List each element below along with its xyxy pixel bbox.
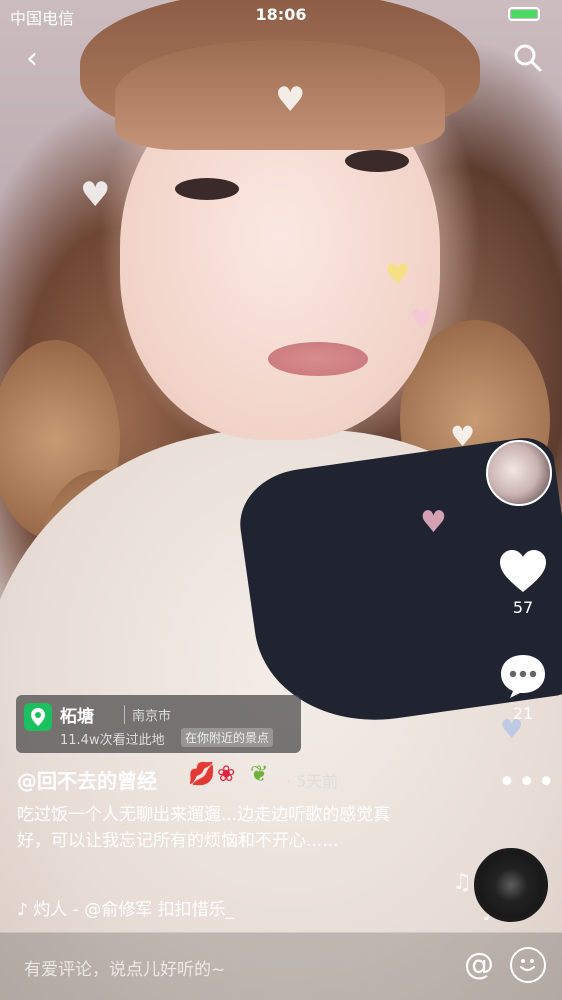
post-caption: 吃过饭一个人无聊出来遛遛...边走边听歌的感觉真好，可以让我忘记所有的烦恼和不开…	[17, 805, 391, 851]
post-time: · 5天前	[286, 772, 339, 791]
at-icon: @	[464, 947, 494, 982]
like-count: 57	[512, 598, 534, 617]
author-name[interactable]: @回不去的曾经	[17, 765, 157, 794]
music-disc[interactable]	[474, 848, 548, 922]
lips-shape	[268, 342, 368, 376]
comment-input[interactable]: 有爱评论，说点儿好听的~	[24, 955, 225, 980]
clock: 18:06	[255, 5, 307, 24]
comment-count: 21	[512, 704, 534, 723]
author-avatar[interactable]	[486, 440, 552, 506]
music-note-icon: ♪	[17, 900, 28, 920]
back-icon: ‹	[26, 40, 38, 76]
status-bar: 中国电信 18:06	[0, 0, 562, 30]
more-button[interactable]: •••	[498, 765, 555, 800]
eye-shape	[345, 150, 409, 172]
eye-shape	[175, 178, 239, 200]
location-visits: 11.4w次看过此地	[60, 733, 165, 748]
lips-emoji-icon: 💋	[188, 762, 216, 787]
more-icon: •••	[498, 765, 558, 800]
heart-sticker-icon: ♥	[420, 505, 447, 540]
heart-sticker-icon: ♥	[80, 175, 111, 215]
music-title: 灼人 - @俞修军 扣扣惜乐_	[33, 900, 235, 920]
heart-sticker-icon: ♥	[450, 420, 476, 453]
search-icon	[514, 44, 542, 72]
location-pin-icon	[24, 703, 52, 731]
location-city: 南京市	[124, 705, 171, 724]
music-info[interactable]: ♪ 灼人 - @俞修军 扣扣惜乐_	[17, 895, 234, 920]
music-note-icon: ♫	[452, 870, 472, 895]
heart-icon	[500, 550, 546, 592]
comment-bar: 有爱评论，说点儿好听的~ @	[0, 932, 562, 1000]
emoji-button[interactable]	[510, 947, 546, 983]
like-button[interactable]: 57	[498, 548, 548, 617]
leaf-emoji-icon: ❦	[250, 762, 269, 787]
search-button[interactable]	[510, 40, 546, 76]
heart-sticker-icon: ♥	[275, 80, 306, 120]
location-name: 柘塘	[60, 707, 94, 727]
battery-icon	[508, 7, 540, 21]
heart-sticker-icon: ♥	[385, 258, 411, 291]
location-card[interactable]: 柘塘 南京市 11.4w次看过此地 在你附近的景点	[16, 695, 301, 753]
flower-emoji-icon: ❀	[217, 762, 236, 787]
location-tag: 在你附近的景点	[181, 728, 274, 747]
heart-sticker-icon: ♥	[410, 305, 434, 335]
comment-button[interactable]: 21	[498, 652, 548, 723]
back-button[interactable]: ‹	[14, 40, 50, 76]
comment-icon	[501, 655, 545, 698]
emoji-icon	[519, 959, 536, 972]
at-button[interactable]: @	[461, 947, 497, 983]
